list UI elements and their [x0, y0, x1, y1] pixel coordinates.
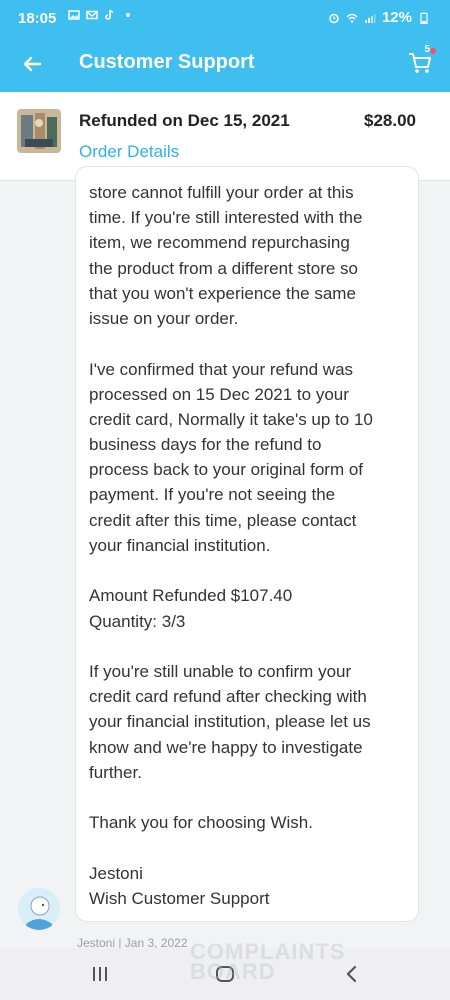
- signal-icon: [364, 13, 376, 23]
- amount-refunded: Amount Refunded $107.40: [89, 586, 293, 605]
- back-arrow-icon[interactable]: [20, 52, 44, 76]
- message-line: time. If you're still interested with th…: [89, 208, 363, 227]
- message-line: processed on 15 Dec 2021 to your: [89, 385, 349, 404]
- battery-percent: 12%: [381, 9, 412, 26]
- message-line: the product from a different store so: [89, 259, 358, 278]
- message-line: I've confirmed that your refund was: [89, 360, 354, 379]
- wifi-icon: [346, 13, 358, 23]
- recent-apps-icon[interactable]: [88, 962, 112, 986]
- message-line: issue on your order.: [89, 309, 239, 328]
- message-line: further.: [89, 763, 142, 782]
- status-bar: 18:05 12%: [0, 0, 450, 36]
- page-title: Customer Support: [79, 51, 255, 73]
- message-line: credit after this time, please contact: [89, 511, 357, 530]
- message-line: item, we recommend repurchasing: [89, 233, 350, 252]
- order-details-link[interactable]: Order Details: [79, 142, 179, 162]
- agent-team: Wish Customer Support: [89, 889, 270, 908]
- tiktok-icon: [105, 9, 114, 20]
- message-line: If you're still unable to confirm your: [89, 662, 352, 681]
- alarm-icon: [329, 13, 339, 23]
- status-time: 18:05: [18, 10, 57, 27]
- battery-icon: [420, 12, 428, 24]
- cart-notification-dot: [430, 48, 436, 54]
- watermark-logo: COMPLAINTS BOARD: [190, 939, 346, 984]
- image-icon: [68, 10, 80, 20]
- message-line: store cannot fulfill your order at this: [89, 183, 354, 202]
- agent-name: Jestoni: [89, 864, 143, 883]
- message-line: payment. If you're not seeing the: [89, 485, 336, 504]
- message-line: credit card refund after checking with: [89, 687, 367, 706]
- message-line: your financial institution.: [89, 536, 271, 555]
- order-price: $28.00: [364, 111, 416, 130]
- message-line: credit card, Normally it take's up to 10: [89, 410, 373, 429]
- message-line: that you won't experience the same: [89, 284, 356, 303]
- dot-icon: [126, 13, 130, 17]
- message-line: your financial institution, please let u…: [89, 712, 371, 731]
- agent-avatar: [18, 888, 60, 930]
- product-thumbnail: [17, 109, 61, 153]
- message-line: process back to your original form of: [89, 460, 364, 479]
- mail-icon: [86, 10, 98, 20]
- quantity: Quantity: 3/3: [89, 612, 186, 631]
- message-line: know and we're happy to investigate: [89, 738, 363, 757]
- message-line: Thank you for choosing Wish.: [89, 813, 313, 832]
- app-bar: Customer Support 5: [0, 36, 450, 92]
- message-line: business days for the refund to: [89, 435, 322, 454]
- order-status: Refunded on Dec 15, 2021: [79, 111, 290, 130]
